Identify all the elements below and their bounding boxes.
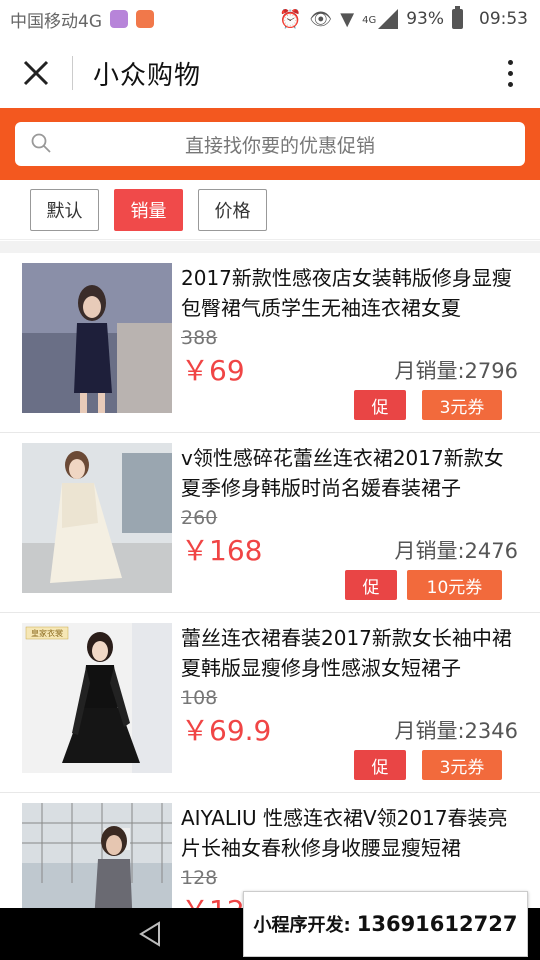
- sale-price: ￥168: [181, 534, 263, 567]
- promo-phone: 13691612727: [356, 912, 518, 936]
- network-type-label: 4G: [362, 14, 377, 26]
- promo-banner[interactable]: 小程序开发: 13691612727: [243, 891, 528, 957]
- clock: 09:53: [479, 9, 528, 29]
- monthly-sales: 月销量:2476: [394, 539, 518, 563]
- nav-bar: 小众购物: [0, 38, 540, 108]
- battery-icon: [452, 6, 463, 29]
- original-price: 260: [181, 507, 218, 529]
- filter-default-button[interactable]: 默认: [30, 188, 99, 231]
- carrier-label: 中国移动4G: [10, 11, 102, 32]
- promo-tag[interactable]: 促: [354, 390, 406, 420]
- product-item[interactable]: v领性感碎花蕾丝连衣裙2017新款女夏季修身韩版时尚名媛春装裙子 260 ￥16…: [0, 433, 540, 613]
- product-item[interactable]: 2017新款性感夜店女装韩版修身显瘦包臀裙气质学生无袖连衣裙女夏 388 ￥69…: [0, 253, 540, 433]
- alarm-icon: ⏰: [278, 8, 302, 30]
- product-title[interactable]: v领性感碎花蕾丝连衣裙2017新款女夏季修身韩版时尚名媛春装裙子: [181, 443, 521, 503]
- more-menu-button[interactable]: [480, 38, 540, 108]
- battery-percent: 93%: [406, 9, 444, 29]
- search-band: 直接找你要的优惠促销: [0, 108, 540, 180]
- coupon-tag[interactable]: 3元券: [422, 750, 502, 780]
- search-input[interactable]: 直接找你要的优惠促销: [15, 122, 525, 166]
- tool-notification-icon: [136, 10, 154, 28]
- search-placeholder: 直接找你要的优惠促销: [184, 134, 375, 157]
- search-icon: [31, 133, 51, 153]
- monthly-sales: 月销量:2346: [394, 719, 518, 743]
- close-button[interactable]: [0, 38, 72, 108]
- page-title: 小众购物: [93, 60, 202, 91]
- back-icon[interactable]: [138, 920, 162, 948]
- close-icon: [23, 60, 49, 86]
- nav-separator: [72, 56, 73, 90]
- filter-sales-button[interactable]: 销量: [114, 188, 183, 231]
- sort-filters: 默认 销量 价格: [0, 180, 540, 240]
- sale-price: ￥69: [181, 354, 245, 387]
- section-divider: [0, 241, 540, 253]
- monthly-sales: 月销量:2796: [394, 359, 518, 383]
- product-image[interactable]: [22, 263, 172, 413]
- product-title[interactable]: 蕾丝连衣裙春装2017新款女长袖中裙夏韩版显瘦修身性感淑女短裙子: [181, 623, 521, 683]
- product-image[interactable]: [22, 803, 172, 908]
- product-list: 2017新款性感夜店女装韩版修身显瘦包臀裙气质学生无袖连衣裙女夏 388 ￥69…: [0, 253, 540, 908]
- promo-tag[interactable]: 促: [345, 570, 397, 600]
- signal-icon: [378, 9, 399, 29]
- original-price: 128: [181, 867, 218, 889]
- eye-icon: 👁: [309, 8, 333, 30]
- product-title[interactable]: 2017新款性感夜店女装韩版修身显瘦包臀裙气质学生无袖连衣裙女夏: [181, 263, 521, 323]
- product-item[interactable]: 皇家衣裳 蕾丝连衣裙春装2017新款女长袖中裙夏韩版显瘦修身性感淑女短裙子 10…: [0, 613, 540, 793]
- sale-price: ￥12: [181, 889, 245, 908]
- product-image[interactable]: 皇家衣裳: [22, 623, 172, 773]
- more-icon: [507, 59, 513, 65]
- promo-tag[interactable]: 促: [354, 750, 406, 780]
- sale-price: ￥69.9: [181, 714, 272, 747]
- product-image[interactable]: [22, 443, 172, 593]
- promo-label: 小程序开发:: [253, 915, 351, 936]
- status-bar: 中国移动4G ⏰ 👁 ▼ 4G 93% 09:53: [0, 0, 540, 38]
- app-notification-icon: [110, 10, 128, 28]
- filter-price-button[interactable]: 价格: [198, 188, 267, 231]
- coupon-tag[interactable]: 10元券: [407, 570, 502, 600]
- wifi-icon: ▼: [340, 8, 355, 30]
- original-price: 108: [181, 687, 218, 709]
- original-price: 388: [181, 327, 218, 349]
- product-title[interactable]: AIYALIU 性感连衣裙V领2017春装亮片长袖女春秋修身收腰显瘦短裙: [181, 803, 521, 863]
- coupon-tag[interactable]: 3元券: [422, 390, 502, 420]
- shop-badge: 皇家衣裳: [31, 628, 63, 638]
